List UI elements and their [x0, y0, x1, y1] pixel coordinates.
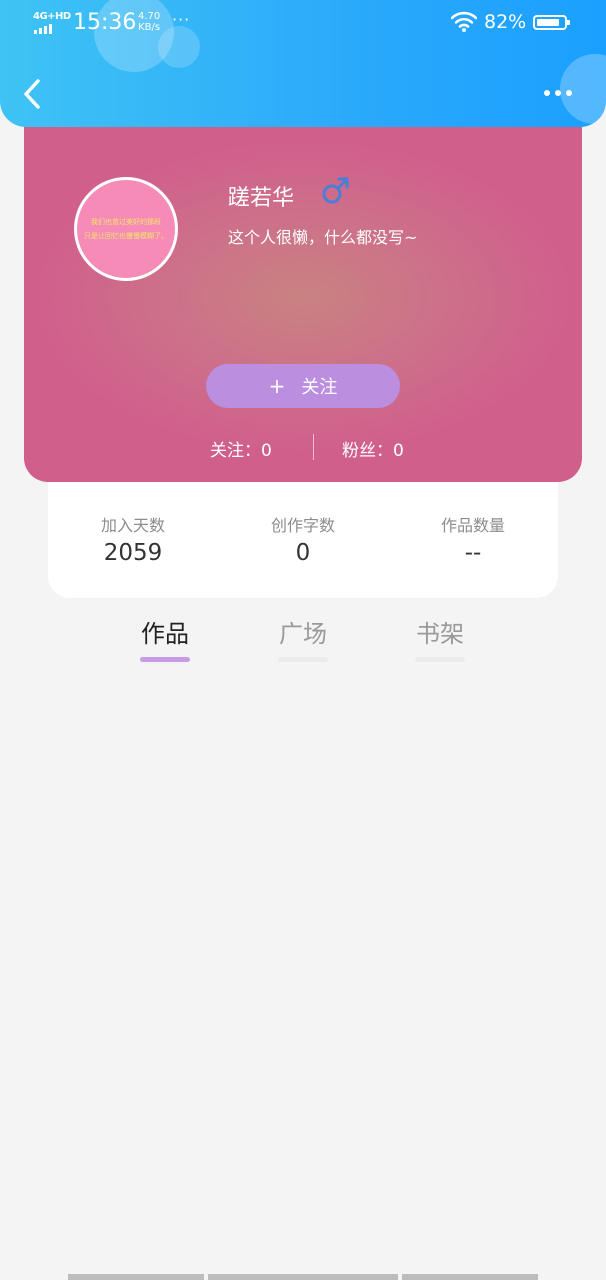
battery-icon — [533, 15, 570, 30]
plus-icon: + — [268, 374, 286, 398]
tab-works[interactable]: 作品 — [120, 614, 210, 662]
follow-button[interactable]: + 关注 — [206, 364, 400, 408]
more-options-icon[interactable] — [544, 86, 580, 100]
status-bar: 4G+HD 15:36 4.70 KB/s ··· 82% — [0, 0, 606, 48]
clock: 15:36 — [73, 10, 137, 35]
works-count-stat: 作品数量 -- — [440, 516, 505, 566]
signal-icon: 4G+HD — [33, 11, 71, 36]
follow-button-label: 关注 — [301, 377, 338, 398]
user-bio: 这个人很懒，什么都没写~ — [228, 228, 418, 247]
tab-bookshelf[interactable]: 书架 — [395, 614, 485, 662]
fans-count[interactable]: 粉丝：0 — [342, 436, 404, 461]
network-speed: 4.70 KB/s — [138, 11, 161, 33]
battery-percent: 82% — [484, 11, 527, 33]
tab-indicator — [278, 657, 328, 662]
join-days-stat: 加入天数 2059 — [100, 516, 165, 566]
back-arrow-icon[interactable] — [18, 76, 48, 112]
male-symbol-icon — [322, 177, 349, 204]
divider — [313, 434, 314, 460]
tab-square[interactable]: 广场 — [258, 614, 348, 662]
notification-more-indicator: ··· — [172, 10, 191, 29]
app-header: 4G+HD 15:36 4.70 KB/s ··· 82% — [0, 0, 606, 127]
tab-indicator — [140, 657, 190, 662]
avatar[interactable]: 我们也曾过美好的那段 只是让回忆也慢慢模糊了。 — [74, 177, 178, 281]
bottom-indicator-bars — [0, 1274, 606, 1280]
network-type: 4G+HD — [33, 11, 71, 22]
tab-indicator — [415, 657, 465, 662]
follow-stats: 关注：0 粉丝：0 — [24, 434, 582, 461]
content-tabs: 作品 广场 书架 — [0, 614, 606, 674]
profile-card: 我们也曾过美好的那段 只是让回忆也慢慢模糊了。 蹉若华 这个人很懒，什么都没写~… — [24, 112, 582, 482]
following-count[interactable]: 关注：0 — [210, 436, 272, 461]
user-stats-card: 加入天数 2059 创作字数 0 作品数量 -- — [48, 482, 558, 598]
wifi-icon — [451, 11, 477, 32]
username: 蹉若华 — [228, 186, 295, 211]
word-count-stat: 创作字数 0 — [270, 516, 335, 566]
